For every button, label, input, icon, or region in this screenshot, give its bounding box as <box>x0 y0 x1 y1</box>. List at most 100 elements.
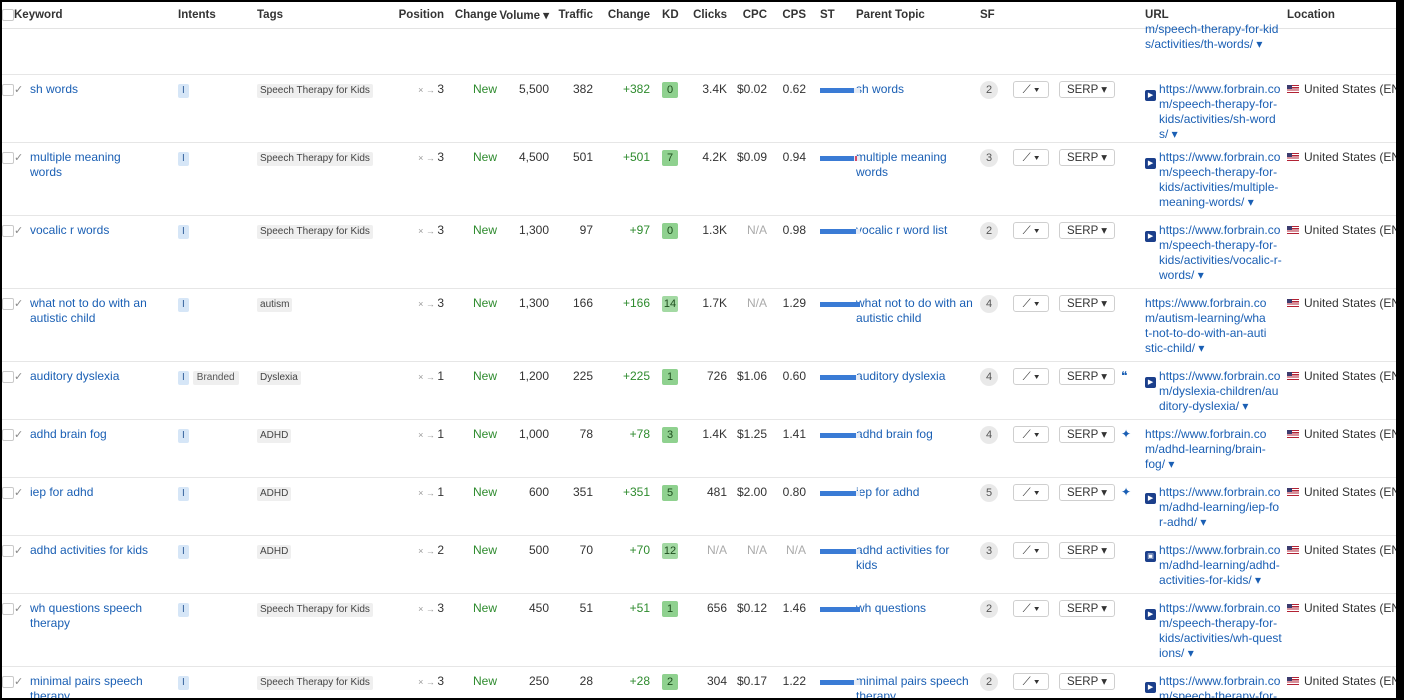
keyword-link[interactable]: auditory dyslexia <box>30 369 152 384</box>
tag-badge[interactable]: ADHD <box>257 487 292 501</box>
sf-count-badge[interactable]: 2 <box>980 81 999 99</box>
row-checkbox[interactable] <box>2 84 14 96</box>
tag-badge[interactable]: Speech Therapy for Kids <box>257 84 373 98</box>
col-keyword[interactable]: Keyword <box>14 2 179 29</box>
serp-button[interactable]: SERP ▾ <box>1059 295 1116 312</box>
serp-button[interactable]: SERP ▾ <box>1059 81 1116 98</box>
keyword-link[interactable]: wh questions speech therapy <box>30 601 152 631</box>
row-checkbox[interactable] <box>2 298 14 310</box>
serp-button[interactable]: SERP ▾ <box>1059 426 1116 443</box>
col-traffic-change[interactable]: Change <box>593 2 651 29</box>
url-link[interactable]: https://www.forbrain.com/adhd-learning/b… <box>1145 427 1269 472</box>
tag-badge[interactable]: ADHD <box>257 429 292 443</box>
url-link[interactable]: https://www.forbrain.com/autism-learning… <box>1145 296 1269 356</box>
keyword-link[interactable]: sh words <box>30 82 152 97</box>
row-checkbox[interactable] <box>2 487 14 499</box>
keyword-link[interactable]: adhd activities for kids <box>30 543 152 558</box>
parent-topic-link[interactable]: auditory dyslexia <box>856 369 974 384</box>
url-link[interactable]: https://www.forbrain.com/adhd-learning/i… <box>1145 485 1283 530</box>
select-all-checkbox[interactable] <box>2 8 14 21</box>
url-link[interactable]: https://www.forbrain.com/speech-therapy-… <box>1145 82 1283 142</box>
serp-button[interactable]: SERP ▾ <box>1059 484 1116 501</box>
sf-count-badge[interactable]: 4 <box>980 368 999 386</box>
trend-chart-button[interactable]: ⟋ ▾ <box>1013 149 1050 166</box>
col-location[interactable]: Location <box>1285 2 1396 29</box>
col-clicks[interactable]: Clicks <box>689 2 728 29</box>
parent-topic-link[interactable]: adhd brain fog <box>856 427 974 442</box>
row-checkbox[interactable] <box>2 603 14 615</box>
trend-chart-button[interactable]: ⟋ ▾ <box>1013 542 1050 559</box>
tag-badge[interactable]: autism <box>257 298 293 312</box>
url-link[interactable]: https://www.forbrain.com/speech-therapy-… <box>1145 150 1283 210</box>
keyword-link[interactable]: multiple meaning words <box>30 150 152 180</box>
col-position[interactable]: Position <box>388 2 445 29</box>
sf-count-badge[interactable]: 2 <box>980 600 999 618</box>
url-link[interactable]: https://www.forbrain.com/adhd-learning/a… <box>1145 543 1283 588</box>
row-checkbox[interactable] <box>2 545 14 557</box>
tag-badge[interactable]: Dyslexia <box>257 371 301 385</box>
row-checkbox[interactable] <box>2 371 14 383</box>
keyword-link[interactable]: iep for adhd <box>30 485 152 500</box>
trend-chart-button[interactable]: ⟋ ▾ <box>1013 368 1050 385</box>
serp-button[interactable]: SERP ▾ <box>1059 222 1116 239</box>
col-parent-topic[interactable]: Parent Topic <box>856 2 981 29</box>
serp-button[interactable]: SERP ▾ <box>1059 542 1116 559</box>
row-checkbox[interactable] <box>2 429 14 441</box>
col-sf[interactable]: SF <box>980 2 1014 29</box>
trend-chart-button[interactable]: ⟋ ▾ <box>1013 426 1050 443</box>
sf-count-badge[interactable]: 4 <box>980 426 999 444</box>
parent-topic-link[interactable]: multiple meaning words <box>856 150 974 180</box>
trend-chart-button[interactable]: ⟋ ▾ <box>1013 81 1050 98</box>
select-all-col[interactable] <box>2 2 14 29</box>
parent-topic-link[interactable]: sh words <box>856 82 974 97</box>
parent-topic-link[interactable]: wh questions <box>856 601 974 616</box>
sf-count-badge[interactable]: 3 <box>980 149 999 167</box>
col-cpc[interactable]: CPC <box>727 2 768 29</box>
tag-badge[interactable]: Speech Therapy for Kids <box>257 152 373 166</box>
sf-count-badge[interactable]: 4 <box>980 295 999 313</box>
sf-count-badge[interactable]: 3 <box>980 542 999 560</box>
col-traffic[interactable]: Traffic <box>549 2 594 29</box>
url-link[interactable]: https://www.forbrain.com/speech-therapy-… <box>1145 674 1283 698</box>
trend-chart-button[interactable]: ⟋ ▾ <box>1013 484 1050 501</box>
tag-badge[interactable]: Speech Therapy for Kids <box>257 676 373 690</box>
partial-url-link[interactable]: m/speech-therapy-for-kid s/activities/th… <box>1135 22 1279 52</box>
serp-button[interactable]: SERP ▾ <box>1059 149 1116 166</box>
row-checkbox[interactable] <box>2 676 14 688</box>
serp-button[interactable]: SERP ▾ <box>1059 673 1116 690</box>
keyword-link[interactable]: vocalic r words <box>30 223 152 238</box>
col-volume[interactable]: Volume ▾ <box>497 2 550 29</box>
keyword-link[interactable]: adhd brain fog <box>30 427 152 442</box>
col-intents[interactable]: Intents <box>178 2 258 29</box>
parent-topic-link[interactable]: minimal pairs speech therapy <box>856 674 974 698</box>
row-checkbox[interactable] <box>2 152 14 164</box>
tag-badge[interactable]: ADHD <box>257 545 292 559</box>
trend-chart-button[interactable]: ⟋ ▾ <box>1013 222 1050 239</box>
col-kd[interactable]: KD <box>662 2 690 29</box>
url-link[interactable]: https://www.forbrain.com/speech-therapy-… <box>1145 223 1283 283</box>
row-checkbox[interactable] <box>2 225 14 237</box>
url-link[interactable]: https://www.forbrain.com/speech-therapy-… <box>1145 601 1283 661</box>
col-tags[interactable]: Tags <box>257 2 389 29</box>
url-link[interactable]: https://www.forbrain.com/dyslexia-childr… <box>1145 369 1283 414</box>
position-arrow-icon: × → <box>418 299 438 309</box>
sf-count-badge[interactable]: 2 <box>980 673 999 691</box>
trend-chart-button[interactable]: ⟋ ▾ <box>1013 600 1050 617</box>
sf-count-badge[interactable]: 5 <box>980 484 999 502</box>
tag-badge[interactable]: Speech Therapy for Kids <box>257 225 373 239</box>
tag-badge[interactable]: Speech Therapy for Kids <box>257 603 373 617</box>
col-st[interactable]: ST <box>806 2 857 29</box>
keyword-link[interactable]: minimal pairs speech therapy <box>30 674 152 698</box>
parent-topic-link[interactable]: what not to do with an autistic child <box>856 296 974 326</box>
serp-button[interactable]: SERP ▾ <box>1059 368 1116 385</box>
parent-topic-link[interactable]: iep for adhd <box>856 485 974 500</box>
serp-button[interactable]: SERP ▾ <box>1059 600 1116 617</box>
parent-topic-link[interactable]: adhd activities for kids <box>856 543 974 573</box>
keyword-link[interactable]: what not to do with an autistic child <box>30 296 152 326</box>
col-change[interactable]: Change <box>444 2 498 29</box>
trend-chart-button[interactable]: ⟋ ▾ <box>1013 295 1050 312</box>
col-cps[interactable]: CPS <box>767 2 807 29</box>
trend-chart-button[interactable]: ⟋ ▾ <box>1013 673 1050 690</box>
sf-count-badge[interactable]: 2 <box>980 222 999 240</box>
parent-topic-link[interactable]: vocalic r word list <box>856 223 974 238</box>
